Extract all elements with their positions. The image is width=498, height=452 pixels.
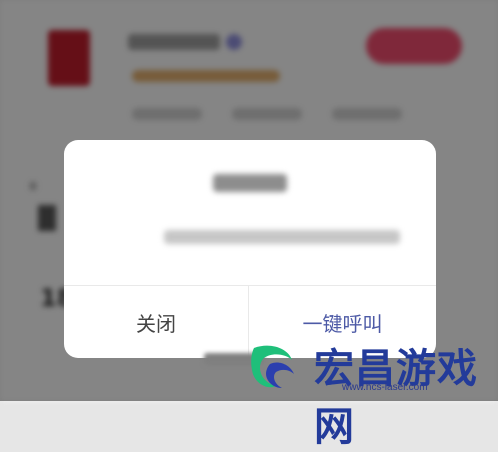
- watermark: 宏昌游戏网 www.hcs-laser.com: [246, 336, 498, 450]
- dialog-title: [64, 174, 436, 196]
- dialog-title-blurred: [213, 174, 287, 192]
- watermark-title: 宏昌游戏网: [314, 346, 478, 450]
- dragon-logo-icon: [251, 345, 294, 388]
- phone-number-blurred: [164, 230, 400, 244]
- call-dialog: 关闭 一键呼叫: [64, 140, 436, 358]
- close-button[interactable]: 关闭: [64, 286, 248, 358]
- dialog-phone-number: [164, 230, 400, 244]
- watermark-url: www.hcs-laser.com: [342, 382, 428, 393]
